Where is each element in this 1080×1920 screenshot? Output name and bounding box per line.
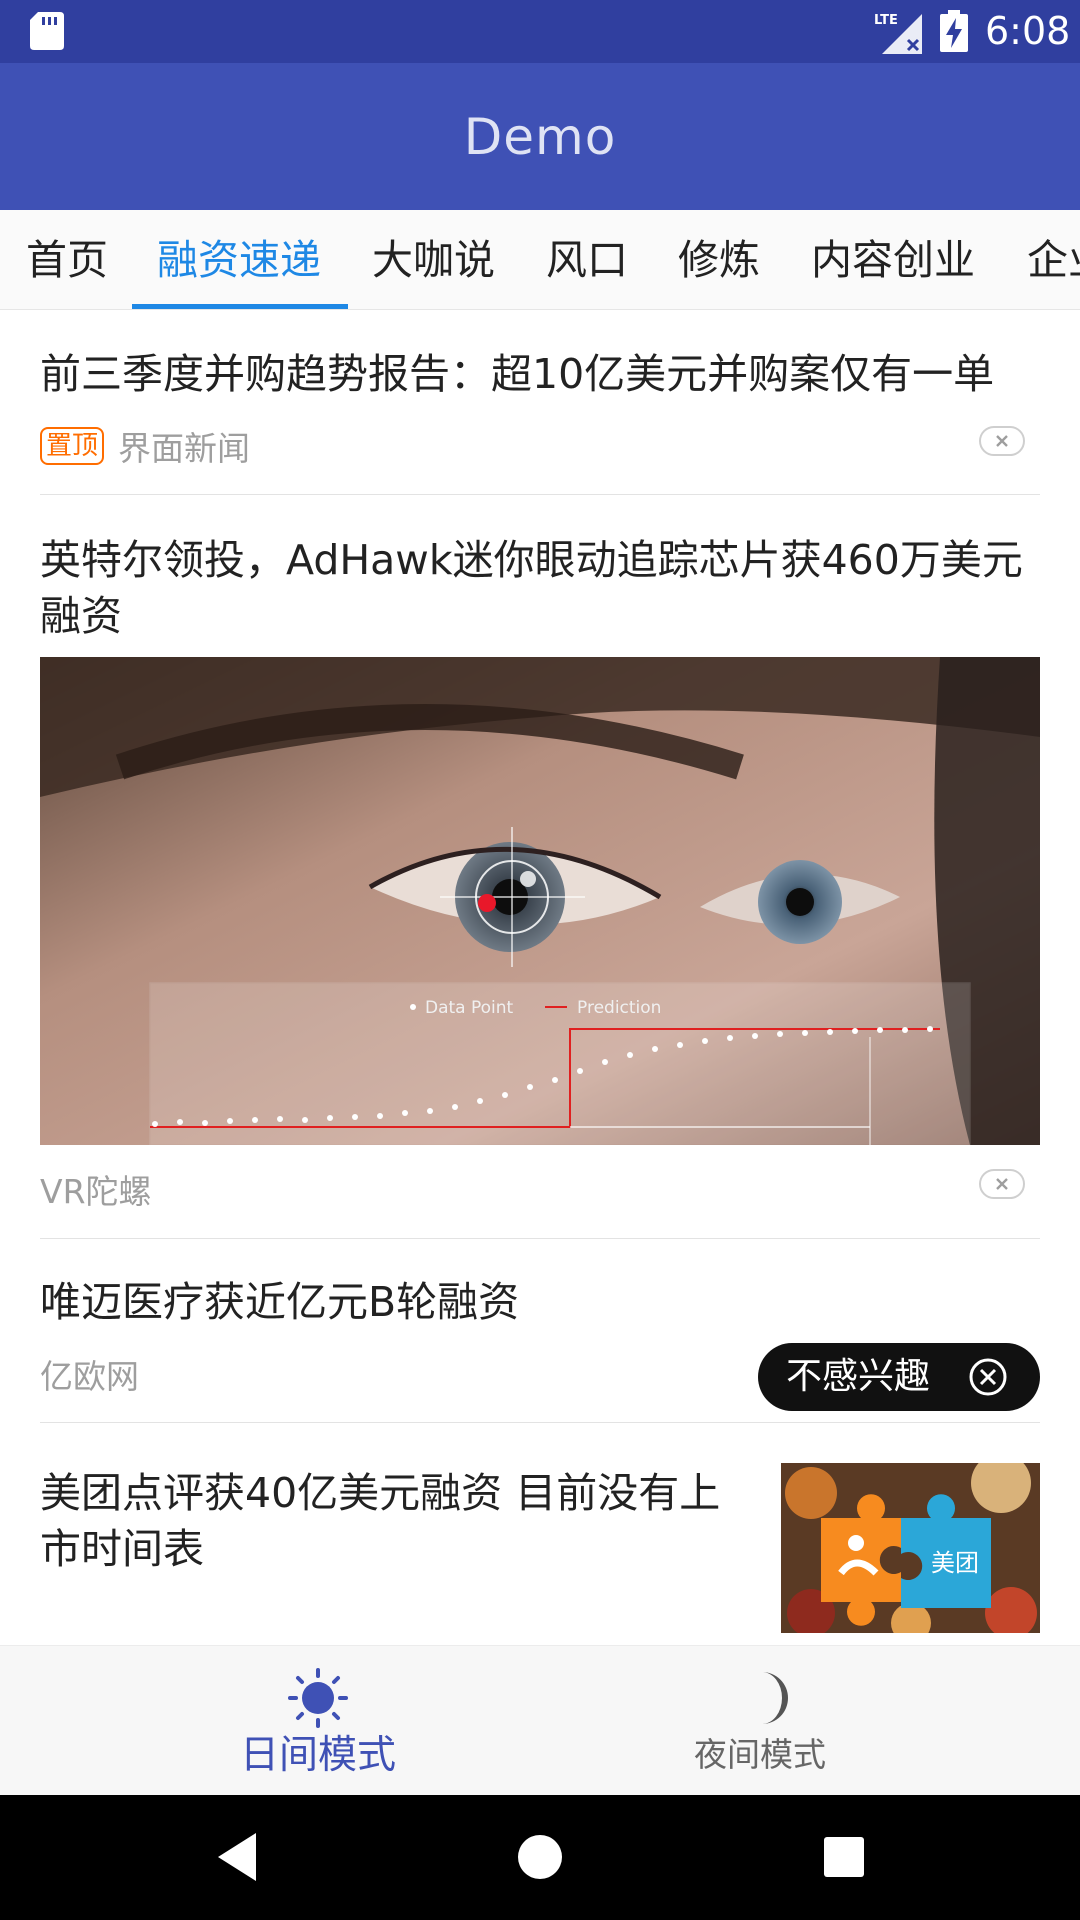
recents-icon[interactable] [812,1825,876,1889]
pinned-badge: 置顶 [40,427,105,465]
article-source: 亿欧网 [40,1357,139,1396]
home-icon[interactable] [508,1825,572,1889]
article-source: VR陀螺 [40,1172,152,1211]
article-meta: 置顶 界面新闻 [40,422,250,470]
status-bar: LTE 6:08 [0,0,1080,63]
battery-charging-icon [940,10,968,52]
divider [40,494,1040,495]
image-legend-data-point: Data Point [425,998,514,1018]
news-feed[interactable]: 前三季度并购趋势报告：超10亿美元并购案仅有一单 置顶 界面新闻 英特尔领投，Ad… [0,310,1080,1645]
article-source: 界面新闻 [118,429,251,468]
article-title[interactable]: 唯迈医疗获近亿元B轮融资 [40,1274,1040,1330]
screen: LTE 6:08 Demo 首页 融资速递 大咖说 风口 修炼 内容创业 企业 … [0,0,1080,1920]
bottom-navigation: 日间模式 夜间模式 [0,1645,1080,1795]
article-item[interactable]: 美团点评获40亿美元融资 目前没有上市时间表 [40,1465,740,1577]
article-item[interactable]: 英特尔领投，AdHawk迷你眼动追踪芯片获460万美元融资 [40,532,1040,644]
close-icon [996,435,1008,447]
tab-training[interactable]: 修炼 [678,210,760,309]
tab-enterprise[interactable]: 企业 [1027,210,1080,309]
dismiss-button[interactable] [979,426,1025,456]
sun-icon [288,1668,348,1728]
meituan-logo-text: 美团 [931,1549,979,1577]
article-title[interactable]: 前三季度并购趋势报告：超10亿美元并购案仅有一单 [40,346,1040,402]
image-legend-prediction: Prediction [577,998,661,1018]
not-interested-label: 不感兴趣 [786,1356,931,1397]
eye-tracking-image[interactable]: Data Point Prediction [40,657,1040,1145]
tab-big-talk[interactable]: 大咖说 [372,210,495,309]
system-navigation-bar [0,1795,1080,1920]
close-circle-icon[interactable] [968,1357,1008,1397]
sd-card-icon [30,12,64,50]
app-bar: Demo [0,63,1080,210]
not-interested-button[interactable]: 不感兴趣 [758,1343,1040,1411]
article-title[interactable]: 美团点评获40亿美元融资 目前没有上市时间表 [40,1465,740,1577]
tab-financing-express[interactable]: 融资速递 [157,210,321,309]
article-item[interactable]: 唯迈医疗获近亿元B轮融资 [40,1274,1040,1330]
clock: 6:08 [985,9,1071,53]
app-title: Demo [463,107,617,166]
divider [40,1422,1040,1423]
lte-signal-icon: LTE [874,13,922,54]
tab-home[interactable]: 首页 [26,210,108,309]
tab-content-startup[interactable]: 内容创业 [811,210,975,309]
meituan-thumbnail[interactable]: 美团 [781,1463,1040,1633]
article-item[interactable]: 前三季度并购趋势报告：超10亿美元并购案仅有一单 [40,346,1040,402]
moon-icon [762,1672,788,1724]
dismiss-button[interactable] [979,1169,1025,1199]
nav-night-mode[interactable]: 夜间模式 [490,1646,1030,1796]
divider [40,1238,1040,1239]
category-tabs: 首页 融资速递 大咖说 风口 修炼 内容创业 企业 [0,210,1080,310]
svg-text:LTE: LTE [874,13,898,28]
nav-night-mode-label: 夜间模式 [694,1735,826,1774]
close-icon [996,1178,1008,1190]
tab-trend[interactable]: 风口 [546,210,628,309]
article-title[interactable]: 英特尔领投，AdHawk迷你眼动追踪芯片获460万美元融资 [40,532,1040,644]
back-icon[interactable] [204,1825,268,1889]
